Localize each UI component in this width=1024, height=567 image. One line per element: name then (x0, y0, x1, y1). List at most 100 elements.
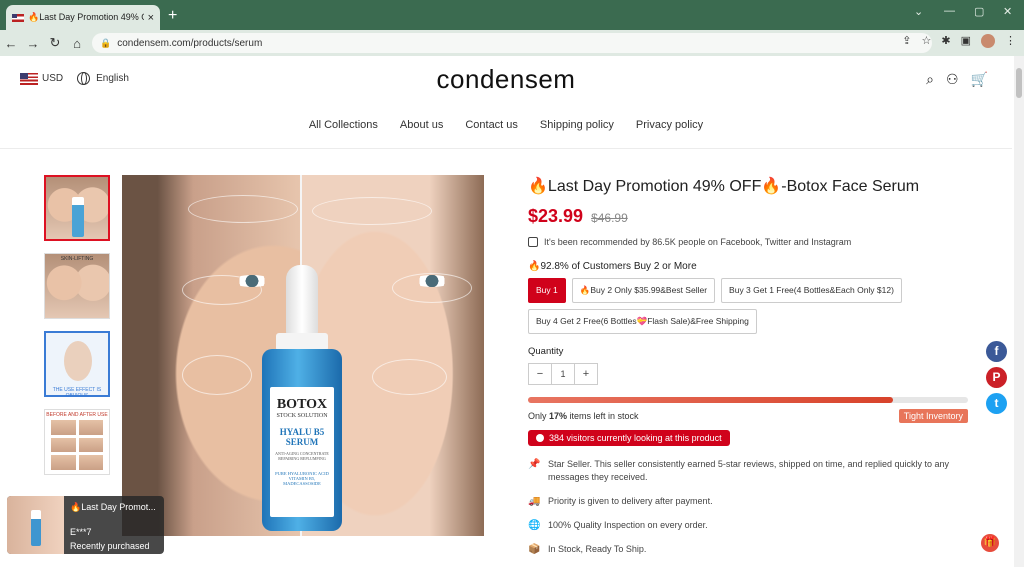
option-buy-3[interactable]: Buy 3 Get 1 Free(4 Bottles&Each Only $12… (721, 278, 902, 303)
menu-icon[interactable]: ⋮ (1005, 34, 1016, 48)
feature-quality-inspection: 🌐 100% Quality Inspection on every order… (528, 519, 978, 532)
feature-priority-delivery: 🚚 Priority is given to delivery after pa… (528, 495, 978, 508)
popup-title: 🔥Last Day Promot... (70, 502, 156, 512)
us-flag-icon (12, 13, 24, 22)
thumbnail-3[interactable]: THE USE EFFECT IS OBVIOUS (44, 331, 110, 397)
thumbnail-image (64, 341, 92, 381)
reload-icon[interactable]: ↻ (44, 35, 66, 51)
pin-icon: 📌 (528, 459, 541, 470)
thumbnail-label: SKIN-LIFTING (60, 256, 94, 262)
recent-purchase-popup[interactable]: 🔥Last Day Promot... E***7 Recently purch… (7, 496, 164, 554)
customers-note: 🔥92.8% of Customers Buy 2 or More (528, 261, 697, 272)
scrollbar[interactable] (1014, 56, 1024, 567)
truck-icon: 🚚 (528, 496, 541, 507)
nav-privacy-policy[interactable]: Privacy policy (636, 119, 703, 131)
url-text: condensem.com/products/serum (117, 37, 263, 49)
header-icons: ⌕ ⚇ 🛒 (926, 71, 988, 88)
highlight-ring (188, 195, 298, 223)
cart-icon[interactable]: 🛒 (971, 71, 988, 88)
toolbar-actions: ⇪ ☆ ✱ ▣ ⋮ (902, 34, 1016, 48)
maximize-button[interactable]: ▢ (974, 5, 984, 18)
thumbnail-image (45, 254, 109, 318)
address-bar[interactable]: 🔒 condensem.com/products/serum (92, 33, 932, 53)
browser-tab[interactable]: 🔥Last Day Promotion 49% OFF × (6, 5, 160, 30)
minimize-button[interactable]: — (944, 5, 955, 17)
quantity-decrease-button[interactable]: − (529, 364, 551, 384)
stock-progress-bar (528, 397, 968, 403)
thumbnail-4[interactable]: BEFORE AND AFTER USE (44, 409, 110, 475)
facebook-icon[interactable]: f (986, 341, 1007, 362)
recommendation-note: It's been recommended by 86.5K people on… (528, 237, 978, 247)
nav-all-collections[interactable]: All Collections (309, 119, 378, 131)
feature-text: In Stock, Ready To Ship. (548, 544, 647, 554)
extensions-icon[interactable]: ✱ (941, 34, 950, 48)
close-window-button[interactable]: ✕ (1003, 5, 1012, 18)
eye-icon (536, 434, 544, 442)
sidepanel-icon[interactable]: ▣ (961, 34, 971, 48)
visitors-badge: 384 visitors currently looking at this p… (528, 430, 730, 446)
bottle-product: HYALU B5 SERUM (279, 427, 325, 447)
quantity-label: Quantity (528, 346, 564, 357)
new-tab-button[interactable]: + (168, 7, 177, 25)
forward-icon[interactable]: → (22, 36, 44, 51)
quantity-input[interactable]: 1 (551, 364, 575, 384)
bundle-options: Buy 1 🔥Buy 2 Only $35.99&Best Seller Buy… (528, 278, 978, 334)
chevron-down-icon[interactable]: ⌄ (914, 5, 923, 18)
option-buy-1[interactable]: Buy 1 (528, 278, 566, 303)
feature-text: 100% Quality Inspection on every order. (548, 520, 708, 530)
bottle-brand: BOTOX (276, 397, 328, 412)
social-share: f P t (986, 341, 1007, 414)
compare-price: $46.99 (591, 211, 628, 225)
product-main-image[interactable]: BOTOX STOCK SOLUTION HYALU B5 SERUM ANTI… (122, 175, 484, 536)
scrollbar-thumb[interactable] (1016, 68, 1022, 98)
nav-about-us[interactable]: About us (400, 119, 443, 131)
feature-star-seller: 📌 Star Seller. This seller consistently … (528, 458, 978, 484)
star-icon[interactable]: ☆ (922, 34, 932, 48)
bottle-body: BOTOX STOCK SOLUTION HYALU B5 SERUM ANTI… (262, 349, 342, 531)
thumbnail-2[interactable]: SKIN-LIFTING (44, 253, 110, 319)
twitter-icon[interactable]: t (986, 393, 1007, 414)
globe-icon: 🌐 (528, 520, 541, 531)
thumbnail-1[interactable] (44, 175, 110, 241)
stock-progress-fill (528, 397, 894, 403)
close-tab-icon[interactable]: × (148, 12, 154, 24)
nav-contact-us[interactable]: Contact us (465, 119, 518, 131)
feature-text: Star Seller. This seller consistently ea… (548, 459, 950, 482)
page-content: USD English condensem ⌕ ⚇ 🛒 All Collecti… (0, 56, 1024, 567)
product-title: 🔥Last Day Promotion 49% OFF🔥-Botox Face … (528, 178, 920, 195)
home-icon[interactable]: ⌂ (66, 36, 88, 51)
bottle-cap (286, 265, 318, 335)
header-divider (0, 148, 1012, 149)
feature-in-stock: 📦 In Stock, Ready To Ship. (528, 543, 978, 556)
search-icon[interactable]: ⌕ (926, 71, 934, 88)
quantity-increase-button[interactable]: + (575, 364, 597, 384)
bottle-ingredients: PURE HYALURONIC ACID VITAMIN B5, MADECAS… (275, 471, 329, 486)
pinterest-icon[interactable]: P (986, 367, 1007, 388)
quantity-stepper: − 1 + (528, 363, 598, 385)
browser-toolbar: ← → ↻ ⌂ 🔒 condensem.com/products/serum ⇪… (0, 30, 1024, 56)
popup-buyer-name: E***7 (70, 527, 92, 537)
profile-avatar[interactable] (981, 34, 995, 48)
highlight-ring (312, 197, 432, 225)
thumbnail-list: SKIN-LIFTING THE USE EFFECT IS OBVIOUS B… (44, 175, 110, 487)
sale-price: $23.99 (528, 206, 584, 226)
bottle-subtitle: STOCK SOLUTION (276, 413, 328, 419)
share-icon[interactable]: ⇪ (902, 34, 911, 48)
eye-image (412, 275, 452, 287)
bottle-description: ANTI-AGING CONCENTRATE REPAIRING REPLUMP… (275, 451, 329, 461)
back-icon[interactable]: ← (0, 36, 22, 51)
bottle-image (72, 197, 84, 237)
lock-icon: 🔒 (100, 37, 112, 48)
visitors-text: 384 visitors currently looking at this p… (549, 433, 722, 443)
product-info: 🔥Last Day Promotion 49% OFF🔥-Botox Face … (528, 176, 978, 556)
option-buy-4[interactable]: Buy 4 Get 2 Free(6 Bottles💝Flash Sale)&F… (528, 309, 757, 334)
box-icon: 📦 (528, 544, 541, 555)
nav-shipping-policy[interactable]: Shipping policy (540, 119, 614, 131)
account-icon[interactable]: ⚇ (946, 71, 959, 88)
site-logo[interactable]: condensem (0, 64, 1012, 95)
gift-icon[interactable]: 🎁 (981, 534, 999, 552)
option-buy-2[interactable]: 🔥Buy 2 Only $35.99&Best Seller (571, 278, 716, 303)
main-nav: All Collections About us Contact us Ship… (0, 119, 1012, 131)
stock-row: Only 17% items left in stock Tight Inven… (528, 409, 968, 423)
feature-text: Priority is given to delivery after paym… (548, 496, 713, 506)
